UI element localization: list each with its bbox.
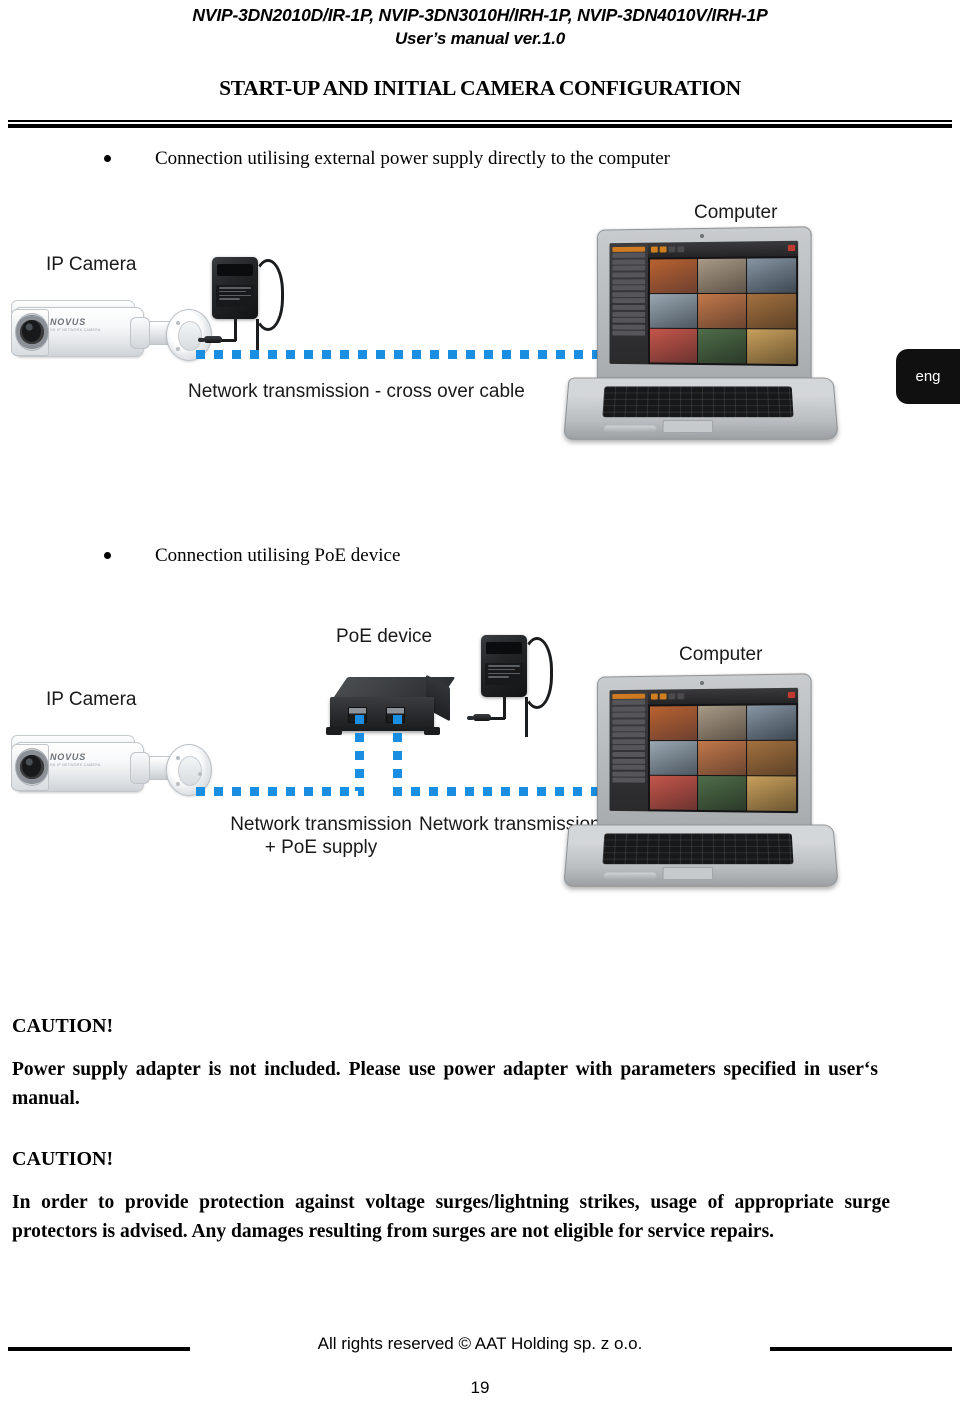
adapter-cord <box>525 697 528 737</box>
network-link-dashed-line <box>355 715 364 791</box>
laptop-webcam-icon <box>700 681 704 685</box>
section-heading-poe: Connection utilising PoE device <box>104 545 400 567</box>
diagram2-computer-label: Computer <box>679 643 762 666</box>
poe-front-face <box>330 697 434 731</box>
camera-mount-screw <box>176 756 180 760</box>
camera-brand-logo: NOVUS HD IP NETWORK CAMERA <box>50 317 101 332</box>
camera-lens <box>22 320 41 342</box>
laptop-base <box>563 825 838 887</box>
title-separator-rule <box>8 120 952 128</box>
power-adapter-illustration <box>481 635 561 745</box>
page-number: 19 <box>0 1378 960 1398</box>
page-title: START-UP AND INITIAL CAMERA CONFIGURATIO… <box>0 76 960 101</box>
cms-main-area <box>648 241 798 366</box>
camera-mount-screw <box>176 782 180 786</box>
diagram2-link-label-left-line1: Network transmission <box>206 813 436 836</box>
poe-mounting-bracket <box>424 727 440 735</box>
bullet-dot-icon <box>104 552 111 559</box>
laptop-base <box>563 378 838 440</box>
laptop-keyboard <box>602 386 793 417</box>
camera-mount-screw <box>176 321 180 325</box>
adapter-label <box>485 663 523 685</box>
ip-camera-illustration: NOVUS HD IP NETWORK CAMERA <box>6 720 216 810</box>
computer-laptop-illustration <box>566 675 856 905</box>
poe-mounting-bracket <box>326 727 342 735</box>
camera-mount-knuckle <box>130 317 150 349</box>
laptop-touchpad <box>662 867 713 880</box>
camera-brand-subtext: HD IP NETWORK CAMERA <box>50 763 101 767</box>
camera-brand-text: NOVUS <box>50 752 86 762</box>
footer-copyright: All rights reserved © AAT Holding sp. z … <box>0 1334 960 1354</box>
camera-brand-logo: NOVUS HD IP NETWORK CAMERA <box>50 752 101 767</box>
diagram2-camera-label: IP Camera <box>46 688 136 711</box>
diagram1-camera-label: IP Camera <box>46 253 136 276</box>
header-model-list: NVIP-3DN2010D/IR-1P, NVIP-3DN3010H/IRH-1… <box>0 4 960 27</box>
document-header: NVIP-3DN2010D/IR-1P, NVIP-3DN3010H/IRH-1… <box>0 4 960 50</box>
laptop-media-buttons <box>604 873 657 880</box>
cms-camera-grid <box>648 703 798 813</box>
camera-brand-subtext: HD IP NETWORK CAMERA <box>50 328 101 332</box>
cms-main-area <box>648 688 798 813</box>
laptop-media-buttons <box>604 426 657 433</box>
laptop-touchpad <box>662 420 713 433</box>
laptop-lid <box>597 226 811 383</box>
laptop-lid <box>597 673 811 830</box>
adapter-label <box>216 285 254 307</box>
bullet-dot-icon <box>104 155 111 162</box>
adapter-dc-plug <box>204 336 222 343</box>
diagram-poe-connection: PoE device Computer IP Camera Network tr… <box>0 605 960 965</box>
ip-camera-illustration: NOVUS HD IP NETWORK CAMERA <box>6 285 216 375</box>
diagram1-computer-label: Computer <box>694 201 777 224</box>
caution-body-1: Power supply adapter is not included. Pl… <box>12 1055 878 1113</box>
language-tab-eng[interactable]: eng <box>896 349 960 404</box>
camera-mount-knuckle <box>130 752 150 784</box>
camera-brand-text: NOVUS <box>50 317 86 327</box>
laptop-screen <box>609 688 798 813</box>
cms-toolbar <box>648 688 798 705</box>
section-heading-text: Connection utilising PoE device <box>155 545 400 566</box>
section-heading-external-power: Connection utilising external power supp… <box>104 148 670 170</box>
diagram2-link-label-left-line2: + PoE supply <box>206 836 436 859</box>
network-link-dashed-line <box>393 715 402 791</box>
section-heading-text: Connection utilising external power supp… <box>155 148 670 169</box>
diagram-direct-connection: Computer IP Camera Network transmission … <box>0 195 960 525</box>
language-tab-label: eng <box>915 368 940 385</box>
laptop-screen <box>609 241 798 366</box>
diagram2-link-label-left: Network transmission + PoE supply <box>206 813 436 859</box>
cms-sidebar <box>609 690 647 812</box>
adapter-slot <box>217 264 253 276</box>
cms-camera-grid <box>648 256 798 366</box>
camera-lens <box>22 755 41 777</box>
header-manual-version: User’s manual ver.1.0 <box>0 27 960 50</box>
computer-laptop-illustration <box>566 228 856 458</box>
cms-sidebar <box>609 243 647 365</box>
camera-mount-screw <box>176 347 180 351</box>
adapter-dc-plug <box>473 714 491 721</box>
caution-body-2: In order to provide protection against v… <box>12 1188 890 1246</box>
laptop-keyboard <box>602 833 793 864</box>
laptop-webcam-icon <box>700 234 704 238</box>
diagram1-link-label: Network transmission - cross over cable <box>188 380 525 403</box>
network-link-dashed-line <box>196 787 364 796</box>
caution-title-2: CAUTION! <box>12 1148 113 1171</box>
adapter-slot <box>486 642 522 654</box>
caution-title-1: CAUTION! <box>12 1015 113 1038</box>
diagram2-poe-label: PoE device <box>336 625 432 648</box>
adapter-cord <box>503 695 506 719</box>
camera-mount-screw <box>198 772 202 776</box>
cms-toolbar <box>648 241 798 258</box>
adapter-cord <box>234 317 237 341</box>
